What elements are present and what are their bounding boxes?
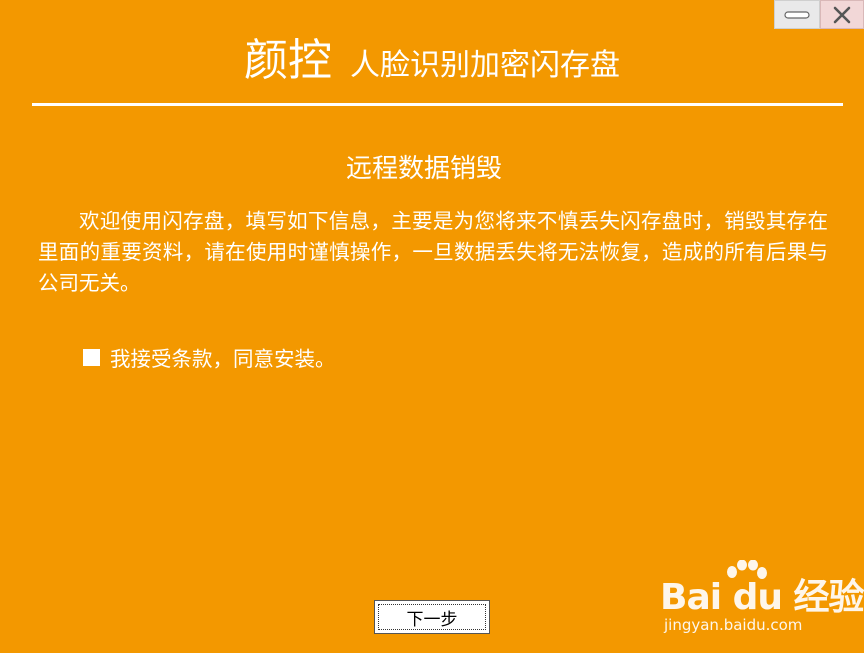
watermark-url: jingyan.baidu.com [664,616,803,634]
accept-terms-label: 我接受条款，同意安装。 [110,347,336,371]
next-button[interactable]: 下一步 [374,600,490,634]
terms-text: 欢迎使用闪存盘，填写如下信息，主要是为您将来不慎丢失闪存盘时，销毁其存在里面的重… [38,209,828,295]
close-icon [833,6,851,23]
accept-terms-checkbox[interactable] [83,348,100,366]
section-title: 远程数据销毁 [345,154,502,184]
watermark-logo: Bai du 经验 [660,577,864,618]
header-divider [32,103,843,106]
app-header: 颜控 人脸识别加密闪存盘 [0,24,864,88]
app-subtitle: 人脸识别加密闪存盘 [350,48,620,83]
minimize-icon [784,10,810,19]
baidu-jingyan-watermark: Bai du 经验 jingyan.baidu.com [660,560,864,640]
brand-name: 颜控 [244,35,332,86]
accept-terms-checkbox-row[interactable]: 我接受条款，同意安装。 [83,342,336,372]
